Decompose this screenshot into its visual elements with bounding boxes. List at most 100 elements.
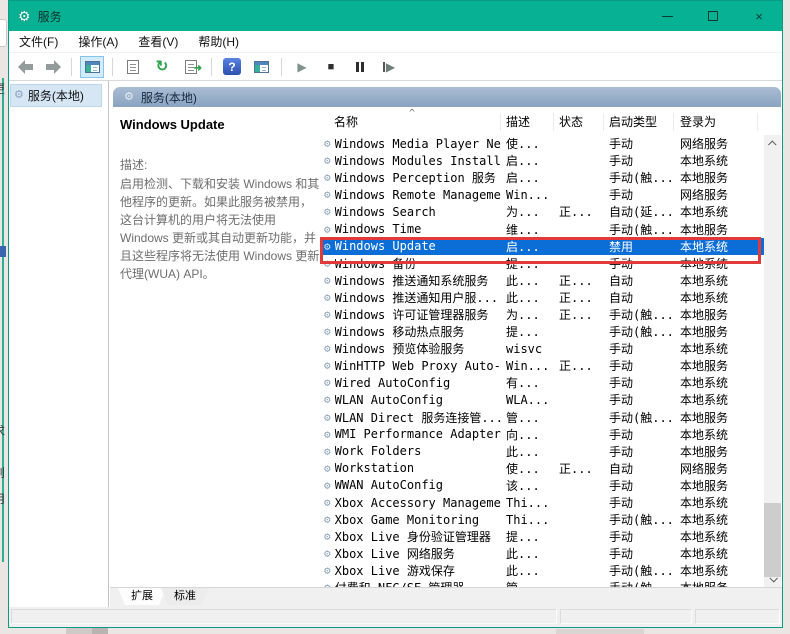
service-logon-as: 本地服务 <box>674 169 758 186</box>
service-row[interactable]: ⚙ Windows 推送通知用户服... 此... 正... 自动 本地系统 <box>321 289 764 306</box>
title-bar[interactable]: ⚙ 服务 × <box>9 1 782 31</box>
restart-service-icon: ▶ <box>383 60 395 74</box>
service-row[interactable]: ⚙ Wired AutoConfig 有... 手动 本地系统 <box>321 374 764 391</box>
service-list-body: ⚙ Windows Media Player Ne... 使... 手动 网络服… <box>321 135 764 587</box>
scrollbar-thumb[interactable] <box>764 503 781 577</box>
service-row[interactable]: ⚙ WLAN AutoConfig WLA... 手动 本地系统 <box>321 391 764 408</box>
forward-icon[interactable] <box>44 61 61 73</box>
service-row[interactable]: ⚙ Xbox Live 网络服务 此... 手动 本地系统 <box>321 545 764 562</box>
service-startup-type: 自动 <box>604 272 674 289</box>
service-startup-type: 手动 <box>604 152 674 169</box>
tab-standard[interactable]: 标准 <box>161 588 209 605</box>
service-description: 启... <box>501 238 554 255</box>
menu-file[interactable]: 文件(F) <box>19 33 58 50</box>
service-row[interactable]: ⚙ Windows 预览体验服务 wisvc 手动 本地系统 <box>321 340 764 357</box>
vertical-scrollbar[interactable] <box>764 135 781 587</box>
service-gear-icon: ⚙ <box>324 292 331 303</box>
maximize-button[interactable] <box>690 1 736 31</box>
service-row[interactable]: ⚙ Windows Modules Installer 启... 手动 本地系统 <box>321 152 764 169</box>
service-gear-icon: ⚙ <box>324 463 331 474</box>
properties-icon <box>127 60 139 74</box>
service-logon-as: 本地服务 <box>674 477 758 494</box>
service-row[interactable]: ⚙ Windows Perception 服务 启... 手动(触... 本地服… <box>321 169 764 186</box>
service-row[interactable]: ⚙ 付费和 NFC/SE 管理器 管... 手动(触... 本地服务 <box>321 579 764 587</box>
service-startup-type: 手动 <box>604 477 674 494</box>
menu-help[interactable]: 帮助(H) <box>198 33 239 50</box>
service-logon-as: 本地系统 <box>674 562 758 579</box>
service-status: 正... <box>554 460 604 477</box>
service-logon-as: 本地服务 <box>674 323 758 340</box>
service-description: 使... <box>501 135 554 152</box>
service-row[interactable]: ⚙ Work Folders 此... 手动 本地服务 <box>321 443 764 460</box>
help-button[interactable]: ? <box>220 56 244 78</box>
service-description-panel: Windows Update 描述: 启用检测、下载和安装 Windows 和其… <box>120 117 320 283</box>
stop-service-button[interactable]: ■ <box>319 56 343 78</box>
service-row[interactable]: ⚙ Windows 备份 提... 手动 本地系统 <box>321 255 764 272</box>
minimize-icon <box>662 16 673 17</box>
service-description: 启... <box>501 169 554 186</box>
service-name: Xbox Live 游戏保存 <box>335 562 455 579</box>
close-button[interactable]: × <box>736 1 782 31</box>
service-row[interactable]: ⚙ Windows 许可证管理器服务 为... 正... 手动(触... 本地服… <box>321 306 764 323</box>
pause-service-button[interactable] <box>348 56 372 78</box>
list-header: ^ 名称 描述 状态 启动类型 登录为 <box>321 107 764 135</box>
minimize-button[interactable] <box>644 1 690 31</box>
service-startup-type: 手动 <box>604 255 674 272</box>
service-row[interactable]: ⚙ WinHTTP Web Proxy Auto-... Win... 正...… <box>321 357 764 374</box>
selected-service-title: Windows Update <box>120 117 320 132</box>
scroll-down-button[interactable] <box>764 570 781 587</box>
service-row[interactable]: ⚙ Workstation 使... 正... 自动 网络服务 <box>321 460 764 477</box>
extended-view-button[interactable] <box>249 56 273 78</box>
back-icon[interactable] <box>18 61 35 73</box>
service-gear-icon: ⚙ <box>324 480 331 491</box>
service-row[interactable]: ⚙ Xbox Accessory Manageme... Thi... 手动 本… <box>321 494 764 511</box>
menu-action[interactable]: 操作(A) <box>78 33 118 50</box>
menu-view[interactable]: 查看(V) <box>138 33 178 50</box>
service-row[interactable]: ⚙ Windows Remote Manageme... Win... 手动 网… <box>321 186 764 203</box>
column-header-logon-as[interactable]: 登录为 <box>674 113 758 131</box>
service-gear-icon: ⚙ <box>324 275 331 286</box>
service-row[interactable]: ⚙ WMI Performance Adapter 向... 手动 本地系统 <box>321 426 764 443</box>
show-console-tree-button[interactable] <box>80 56 104 78</box>
help-icon: ? <box>223 58 241 75</box>
service-row[interactable]: ⚙ Windows 推送通知系统服务 此... 正... 自动 本地系统 <box>321 272 764 289</box>
service-gear-icon: ⚙ <box>324 343 331 354</box>
column-header-startup-type[interactable]: 启动类型 <box>604 113 674 131</box>
scroll-up-button[interactable] <box>764 135 781 152</box>
service-logon-as: 本地系统 <box>674 152 758 169</box>
service-gear-icon: ⚙ <box>324 155 331 166</box>
service-row[interactable]: ⚙ Xbox Live 游戏保存 此... 手动(触... 本地系统 <box>321 562 764 579</box>
column-header-status[interactable]: 状态 <box>554 113 604 131</box>
properties-button[interactable] <box>121 56 145 78</box>
service-row[interactable]: ⚙ Windows 移动热点服务 提... 手动(触... 本地服务 <box>321 323 764 340</box>
service-row[interactable]: ⚙ Windows Time 维... 手动(触... 本地服务 <box>321 220 764 237</box>
service-gear-icon: ⚙ <box>324 412 331 423</box>
service-row[interactable]: ⚙ Windows Search 为... 正... 自动(延... 本地系统 <box>321 203 764 220</box>
service-gear-icon: ⚙ <box>324 241 331 252</box>
start-service-button[interactable]: ▶ <box>290 56 314 78</box>
service-row[interactable]: ⚙ Xbox Game Monitoring Thi... 手动(触... 本地… <box>321 511 764 528</box>
console-tree-icon <box>85 61 100 73</box>
service-row[interactable]: ⚙ Xbox Live 身份验证管理器 提... 手动 本地系统 <box>321 528 764 545</box>
description-text: 启用检测、下载和安装 Windows 和其他程序的更新。如果此服务被禁用，这台计… <box>120 175 320 283</box>
refresh-button[interactable]: ↻ <box>150 56 174 78</box>
export-list-button[interactable]: ➜ <box>179 56 203 78</box>
tab-extended[interactable]: 扩展 <box>118 588 166 605</box>
service-description: 提... <box>501 255 554 272</box>
stop-service-icon: ■ <box>328 61 335 73</box>
service-description: Win... <box>501 188 554 202</box>
service-row[interactable]: ⚙ WLAN Direct 服务连接管... 管... 手动(触... 本地服务 <box>321 409 764 426</box>
service-row[interactable]: ⚙ Windows Media Player Ne... 使... 手动 网络服… <box>321 135 764 152</box>
service-row[interactable]: ⚙ WWAN AutoConfig 该... 手动 本地服务 <box>321 477 764 494</box>
restart-service-button[interactable]: ▶ <box>377 56 401 78</box>
extended-view-icon <box>254 61 269 73</box>
service-name: Wired AutoConfig <box>335 376 451 390</box>
service-row[interactable]: ⚙ Windows Update 启... 禁用 本地系统 <box>321 238 764 255</box>
column-header-description[interactable]: 描述 <box>501 113 554 131</box>
chevron-down-icon <box>769 574 777 582</box>
tree-item-services-local[interactable]: ⚙ 服务(本地) <box>10 84 102 107</box>
status-bar <box>9 607 782 627</box>
service-gear-icon: ⚙ <box>324 514 331 525</box>
service-startup-type: 手动 <box>604 357 674 374</box>
service-description: 为... <box>501 306 554 323</box>
